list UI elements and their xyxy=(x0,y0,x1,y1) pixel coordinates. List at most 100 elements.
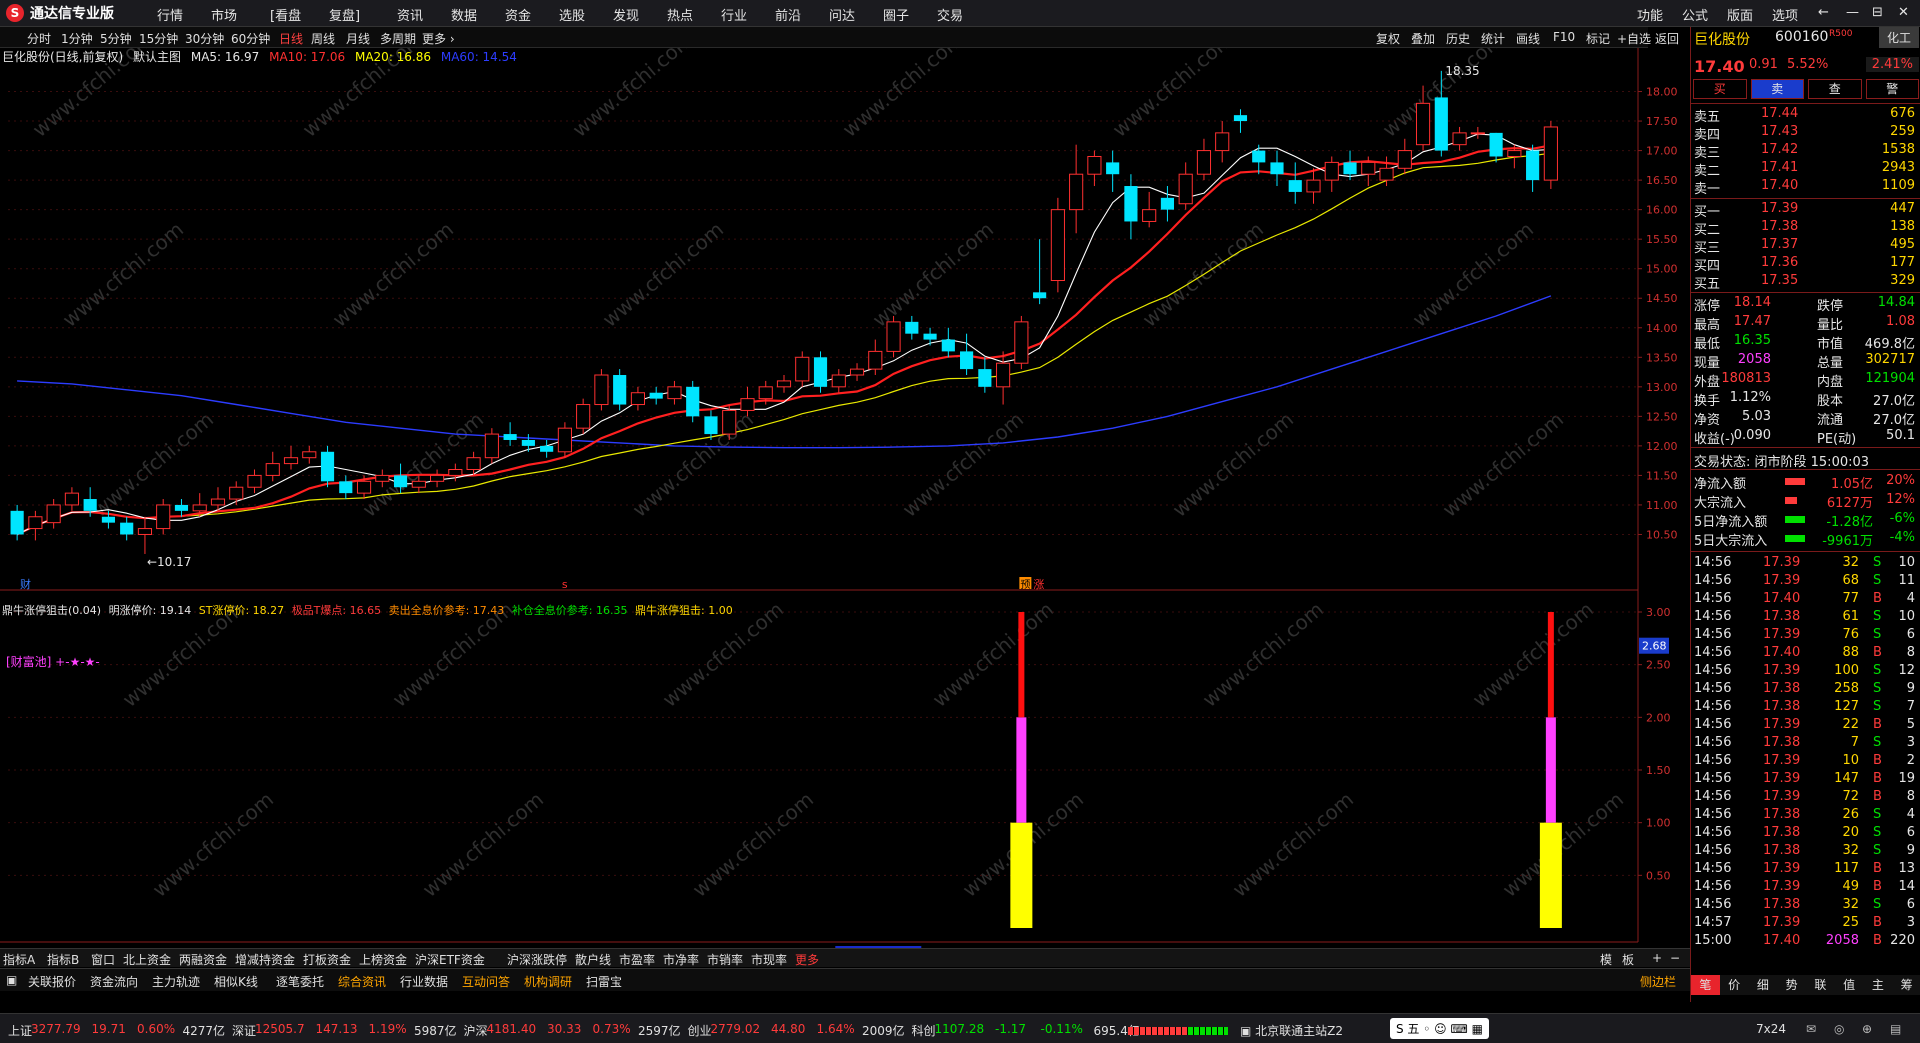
tool-biaoji[interactable]: 标记 xyxy=(1586,30,1610,47)
tabbar-right-item[interactable]: 模 xyxy=(1600,951,1612,968)
menu-zijin[interactable]: 资金 xyxy=(505,5,531,24)
period-60min[interactable]: 60分钟 xyxy=(231,30,270,47)
msg-icon[interactable]: ✉ xyxy=(1806,1022,1816,1036)
indicator-tab[interactable]: 市销率 xyxy=(707,951,743,968)
info-tab[interactable]: 资金流向 xyxy=(90,973,138,990)
indicator-tab[interactable]: 北上资金 xyxy=(123,951,171,968)
menu-faxian[interactable]: 发现 xyxy=(613,5,639,24)
rp-tab[interactable]: 细 xyxy=(1749,975,1778,995)
menu-fupan[interactable]: 复盘] xyxy=(329,5,360,24)
menu-hangye[interactable]: 行业 xyxy=(721,5,747,24)
ime-toolbar[interactable]: S 五 ◦ ☺ ⌨ ▦ xyxy=(1390,1018,1489,1039)
minimize-icon[interactable]: — xyxy=(1846,5,1859,20)
chat-icon[interactable]: ◎ xyxy=(1834,1022,1844,1036)
menu-gongneng[interactable]: 功能 xyxy=(1637,5,1663,24)
user-icon[interactable]: ⊕ xyxy=(1862,1022,1872,1036)
kline-chart[interactable]: www.cfchi.com www.cfchi.com www.cfchi.com w… xyxy=(0,48,1690,968)
indicator-name[interactable]: 鼎牛涨停狙击(0.04) xyxy=(2,604,101,617)
menu-wenda[interactable]: 问达 xyxy=(829,5,855,24)
info-tab[interactable]: 主力轨迹 xyxy=(152,973,200,990)
indicator-tab[interactable]: 打板资金 xyxy=(303,951,351,968)
tool-zixuan[interactable]: +自选 xyxy=(1617,30,1651,47)
bid-row[interactable]: 买三 17.37 495 xyxy=(1691,237,1920,256)
rp-tab[interactable]: 笔 xyxy=(1691,975,1720,995)
sell-button[interactable]: 卖 xyxy=(1750,79,1804,99)
period-weekly[interactable]: 周线 xyxy=(311,30,335,47)
server-status[interactable]: ▣ 北京联通主站Z2 xyxy=(1240,1022,1343,1039)
info-tab[interactable]: 相似K线 xyxy=(214,973,258,990)
tool-tongji[interactable]: 统计 xyxy=(1481,30,1505,47)
menu-xuanxiang[interactable]: 选项 xyxy=(1772,5,1798,24)
info-tab[interactable]: 逐笔委托 xyxy=(276,973,324,990)
tool-fuquan[interactable]: 复权 xyxy=(1376,30,1400,47)
period-daily[interactable]: 日线 xyxy=(279,30,303,47)
bid-row[interactable]: 买四 17.36 177 xyxy=(1691,255,1920,274)
bid-row[interactable]: 买二 17.38 138 xyxy=(1691,219,1920,238)
indicator-tab[interactable]: 散户线 xyxy=(575,951,611,968)
query-button[interactable]: 查 xyxy=(1808,79,1862,99)
indicator-tab[interactable]: 沪深涨跌停 xyxy=(507,951,567,968)
indicator-tab[interactable]: 市盈率 xyxy=(619,951,655,968)
menu-shichang[interactable]: 市场 xyxy=(211,5,237,24)
period-monthly[interactable]: 月线 xyxy=(346,30,370,47)
info-tab[interactable]: 关联报价 xyxy=(28,973,76,990)
ask-row[interactable]: 卖五 17.44 676 xyxy=(1691,106,1920,125)
period-1min[interactable]: 1分钟 xyxy=(61,30,93,47)
rp-tab[interactable]: 主 xyxy=(1864,975,1893,995)
tool-fanhui-button[interactable]: 返回 xyxy=(1655,30,1679,47)
index-name[interactable]: 深证 xyxy=(232,1022,256,1039)
add-tab-icon[interactable]: + xyxy=(1652,951,1662,965)
rp-tab[interactable]: 价 xyxy=(1720,975,1749,995)
ask-row[interactable]: 卖四 17.43 259 xyxy=(1691,124,1920,143)
rp-tab[interactable]: 筹 xyxy=(1892,975,1920,995)
index-name[interactable]: 科创 xyxy=(912,1022,936,1039)
indicator-tab[interactable]: 指标B xyxy=(47,951,79,968)
index-name[interactable]: 沪深 xyxy=(464,1022,488,1039)
indicator-tab[interactable]: 沪深ETF资金 xyxy=(415,951,485,968)
indicator-tab[interactable]: 指标A xyxy=(3,951,35,968)
layout-icon[interactable]: ▤ xyxy=(1890,1022,1901,1036)
bid-row[interactable]: 买一 17.39 447 xyxy=(1691,201,1920,220)
ask-row[interactable]: 卖三 17.42 1538 xyxy=(1691,142,1920,161)
tool-huaxian[interactable]: 画线 xyxy=(1516,30,1540,47)
period-more[interactable]: 更多 › xyxy=(422,30,455,47)
indicator-tab[interactable]: 市现率 xyxy=(751,951,787,968)
menu-quanzi[interactable]: 圈子 xyxy=(883,5,909,24)
indicator-tab[interactable]: 增减持资金 xyxy=(235,951,295,968)
menu-xuangu[interactable]: 选股 xyxy=(559,5,585,24)
restore-icon[interactable]: ⊟ xyxy=(1872,5,1883,20)
period-fenshi[interactable]: 分时 xyxy=(27,30,51,47)
chart-template[interactable]: 默认主图 xyxy=(133,50,181,64)
info-tab[interactable]: 互动问答 xyxy=(462,973,510,990)
period-15min[interactable]: 15分钟 xyxy=(139,30,178,47)
panel-toggle-icon[interactable]: ▣ xyxy=(6,973,17,987)
menu-kanpan[interactable]: [看盘 xyxy=(270,5,301,24)
indicator-tab[interactable]: 市净率 xyxy=(663,951,699,968)
buy-button[interactable]: 买 xyxy=(1693,79,1747,99)
tool-lishi[interactable]: 历史 xyxy=(1446,30,1470,47)
tool-f10[interactable]: F10 xyxy=(1553,30,1575,44)
industry-badge[interactable]: 化工 xyxy=(1878,27,1919,48)
info-tab[interactable]: 机构调研 xyxy=(524,973,572,990)
index-name[interactable]: 创业 xyxy=(688,1022,712,1039)
indicator-tab[interactable]: 窗口 xyxy=(91,951,115,968)
news-7x24-button[interactable]: 7x24 xyxy=(1756,1022,1786,1036)
ask-row[interactable]: 卖一 17.40 1109 xyxy=(1691,178,1920,197)
menu-gongshi[interactable]: 公式 xyxy=(1682,5,1708,24)
period-5min[interactable]: 5分钟 xyxy=(100,30,132,47)
indicator-tab[interactable]: 两融资金 xyxy=(179,951,227,968)
menu-jiaoyi[interactable]: 交易 xyxy=(937,5,963,24)
menu-hangqing[interactable]: 行情 xyxy=(157,5,183,24)
index-name[interactable]: 上证 xyxy=(8,1022,32,1039)
menu-redian[interactable]: 热点 xyxy=(667,5,693,24)
info-tab[interactable]: 综合资讯 xyxy=(338,973,386,990)
sidebar-toggle[interactable]: 侧边栏 xyxy=(1640,973,1676,990)
period-30min[interactable]: 30分钟 xyxy=(185,30,224,47)
rp-tab[interactable]: 值 xyxy=(1835,975,1864,995)
collapse-tab-icon[interactable]: − xyxy=(1670,951,1680,965)
tool-diejia[interactable]: 叠加 xyxy=(1411,30,1435,47)
tabbar-right-item[interactable]: 板 xyxy=(1622,951,1634,968)
menu-zixun[interactable]: 资讯 xyxy=(397,5,423,24)
menu-qianyan[interactable]: 前沿 xyxy=(775,5,801,24)
menu-banmian[interactable]: 版面 xyxy=(1727,5,1753,24)
